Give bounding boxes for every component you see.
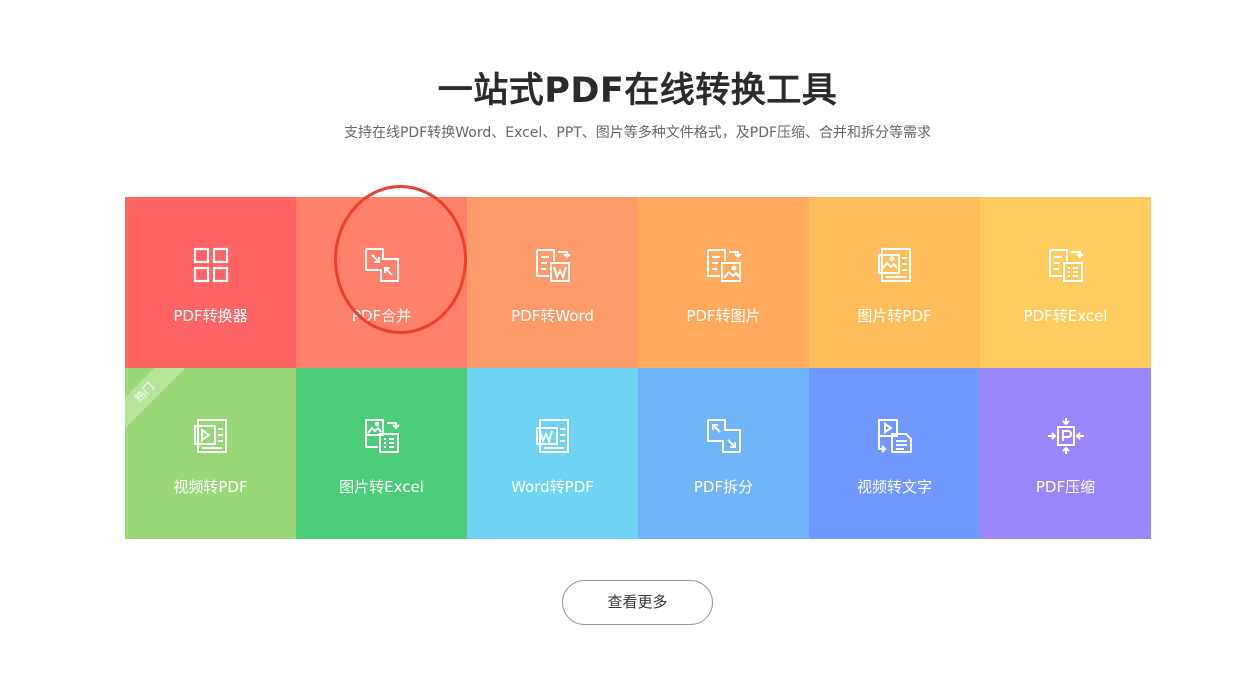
tool-label: 视频转PDF [173, 478, 248, 496]
page-subtitle: 支持在线PDF转换Word、Excel、PPT、图片等多种文件格式，及PDF压缩… [343, 125, 932, 141]
word-to-pdf-icon [534, 417, 572, 455]
split-arrows-icon [705, 417, 743, 455]
page-title: 一站式PDF在线转换工具 [437, 71, 838, 111]
tool-tile-pdf-to-excel[interactable]: PDF转Excel [980, 197, 1151, 368]
tool-label: 图片转Excel [339, 478, 424, 496]
tool-tile-video-to-text[interactable]: 视频转文字 [809, 368, 980, 539]
pdf-to-image-icon [705, 246, 743, 284]
tool-tile-video-to-pdf[interactable]: 热门 视频转PDF [125, 368, 296, 539]
image-to-excel-icon [363, 417, 401, 455]
image-to-pdf-icon [876, 246, 914, 284]
view-more-button[interactable]: 查看更多 [562, 580, 713, 625]
tool-label: Word转PDF [511, 478, 594, 496]
tool-tile-pdf-merge[interactable]: PDF合并 [296, 197, 467, 368]
tool-tile-pdf-to-image[interactable]: PDF转图片 [638, 197, 809, 368]
tool-label: PDF合并 [351, 307, 412, 325]
tool-label: 图片转PDF [857, 307, 932, 325]
grid-icon [192, 246, 230, 284]
tool-label: PDF压缩 [1035, 478, 1096, 496]
tool-tile-image-to-excel[interactable]: 图片转Excel [296, 368, 467, 539]
tool-tile-pdf-to-word[interactable]: PDF转Word [467, 197, 638, 368]
compress-icon [1047, 417, 1085, 455]
merge-arrows-icon [363, 246, 401, 284]
tool-label: 视频转文字 [856, 478, 932, 496]
tool-tile-image-to-pdf[interactable]: 图片转PDF [809, 197, 980, 368]
tool-label: PDF转图片 [686, 307, 761, 325]
pdf-to-word-icon [534, 246, 572, 284]
tool-tile-pdf-split[interactable]: PDF拆分 [638, 368, 809, 539]
tool-label: PDF转Word [511, 307, 594, 325]
tool-tile-word-to-pdf[interactable]: Word转PDF [467, 368, 638, 539]
pdf-to-excel-icon [1047, 246, 1085, 284]
tool-label: PDF拆分 [693, 478, 754, 496]
page: 一站式PDF在线转换工具 支持在线PDF转换Word、Excel、PPT、图片等… [0, 0, 1259, 681]
hot-badge: 热门 [125, 368, 189, 437]
tool-label: PDF转Excel [1023, 307, 1108, 325]
tool-tile-pdf-compress[interactable]: PDF压缩 [980, 368, 1151, 539]
video-to-text-icon [876, 417, 914, 455]
tool-tile-pdf-converter[interactable]: PDF转换器 [125, 197, 296, 368]
video-to-pdf-icon [192, 417, 230, 455]
tool-grid: PDF转换器 PDF合并 PDF转Word PDF转图片 图片转PDF PDF转… [125, 197, 1151, 539]
tool-label: PDF转换器 [173, 307, 248, 325]
